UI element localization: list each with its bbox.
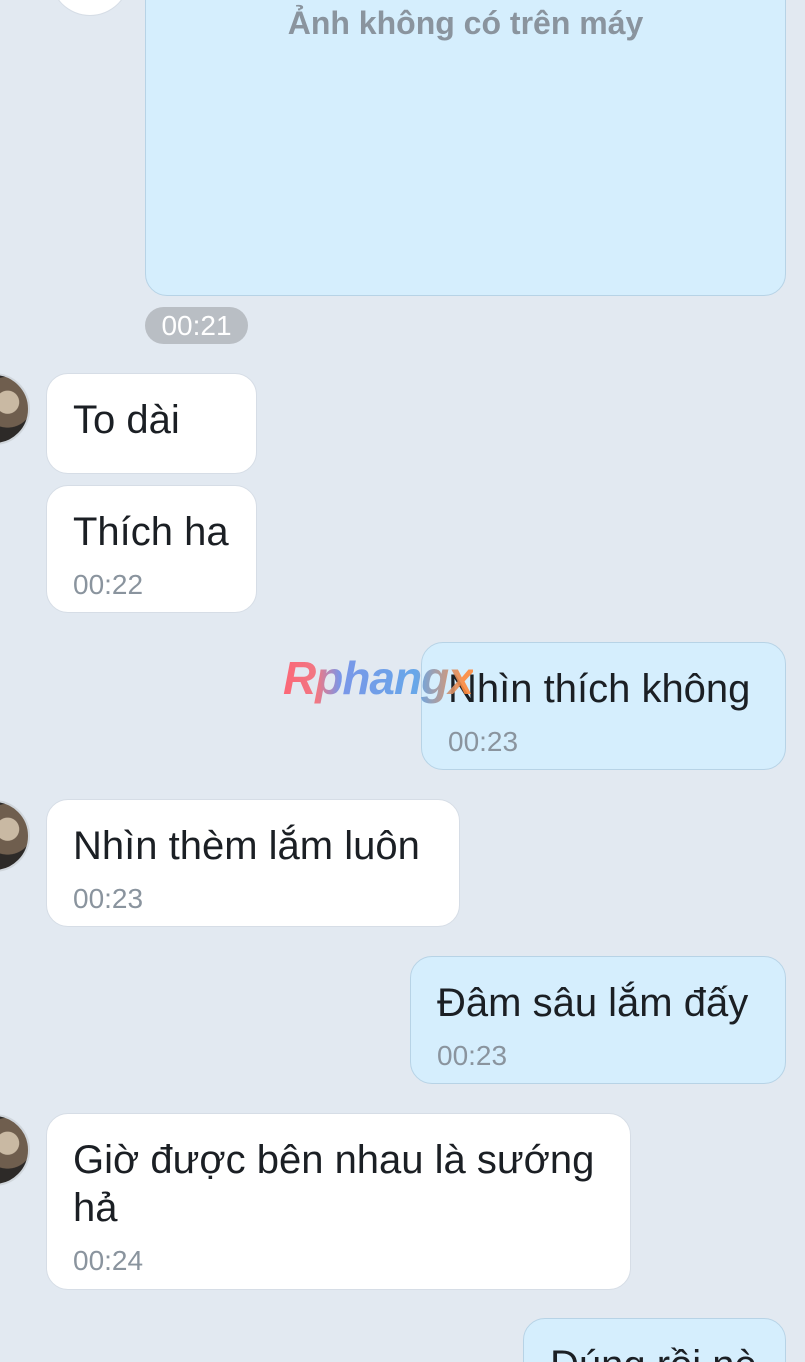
chat-conversation: Ảnh không có trên máy 00:21 To dài Thích… [0, 0, 805, 1362]
avatar[interactable] [0, 1114, 30, 1186]
message-text: Nhìn thèm lắm luôn [73, 824, 420, 868]
avatar[interactable] [0, 373, 30, 445]
message-bubble-incoming[interactable]: Nhìn thèm lắm luôn 00:23 [46, 799, 460, 927]
message-bubble-incoming[interactable]: Giờ được bên nhau là sướng hả 00:24 [46, 1113, 631, 1290]
message-text: To dài [73, 398, 180, 442]
image-message[interactable]: Ảnh không có trên máy [145, 0, 786, 296]
message-time: 00:23 [448, 726, 519, 757]
message-time: 00:23 [73, 883, 144, 914]
avatar[interactable] [0, 800, 30, 872]
message-text: Thích ha [73, 510, 229, 554]
message-bubble-incoming[interactable]: Thích ha 00:22 [46, 485, 257, 613]
message-text: Đâm sâu lắm đấy [437, 981, 749, 1025]
message-bubble-outgoing[interactable]: Đúng rồi nè [523, 1318, 786, 1362]
message-text: Nhìn thích không [448, 667, 751, 711]
message-time: 00:23 [437, 1040, 508, 1071]
message-bubble-outgoing[interactable]: Nhìn thích không 00:23 [421, 642, 786, 770]
message-time: 00:24 [73, 1245, 144, 1276]
message-time: 00:22 [73, 569, 144, 600]
message-text: Giờ được bên nhau là sướng hả [73, 1138, 595, 1230]
image-unavailable-text: Ảnh không có trên máy [287, 5, 644, 41]
message-bubble-incoming[interactable]: To dài [46, 373, 257, 474]
avatar[interactable] [50, 0, 130, 16]
image-message-time: 00:21 [145, 307, 248, 344]
message-text: Đúng rồi nè [550, 1341, 759, 1362]
message-bubble-outgoing[interactable]: Đâm sâu lắm đấy 00:23 [410, 956, 786, 1084]
